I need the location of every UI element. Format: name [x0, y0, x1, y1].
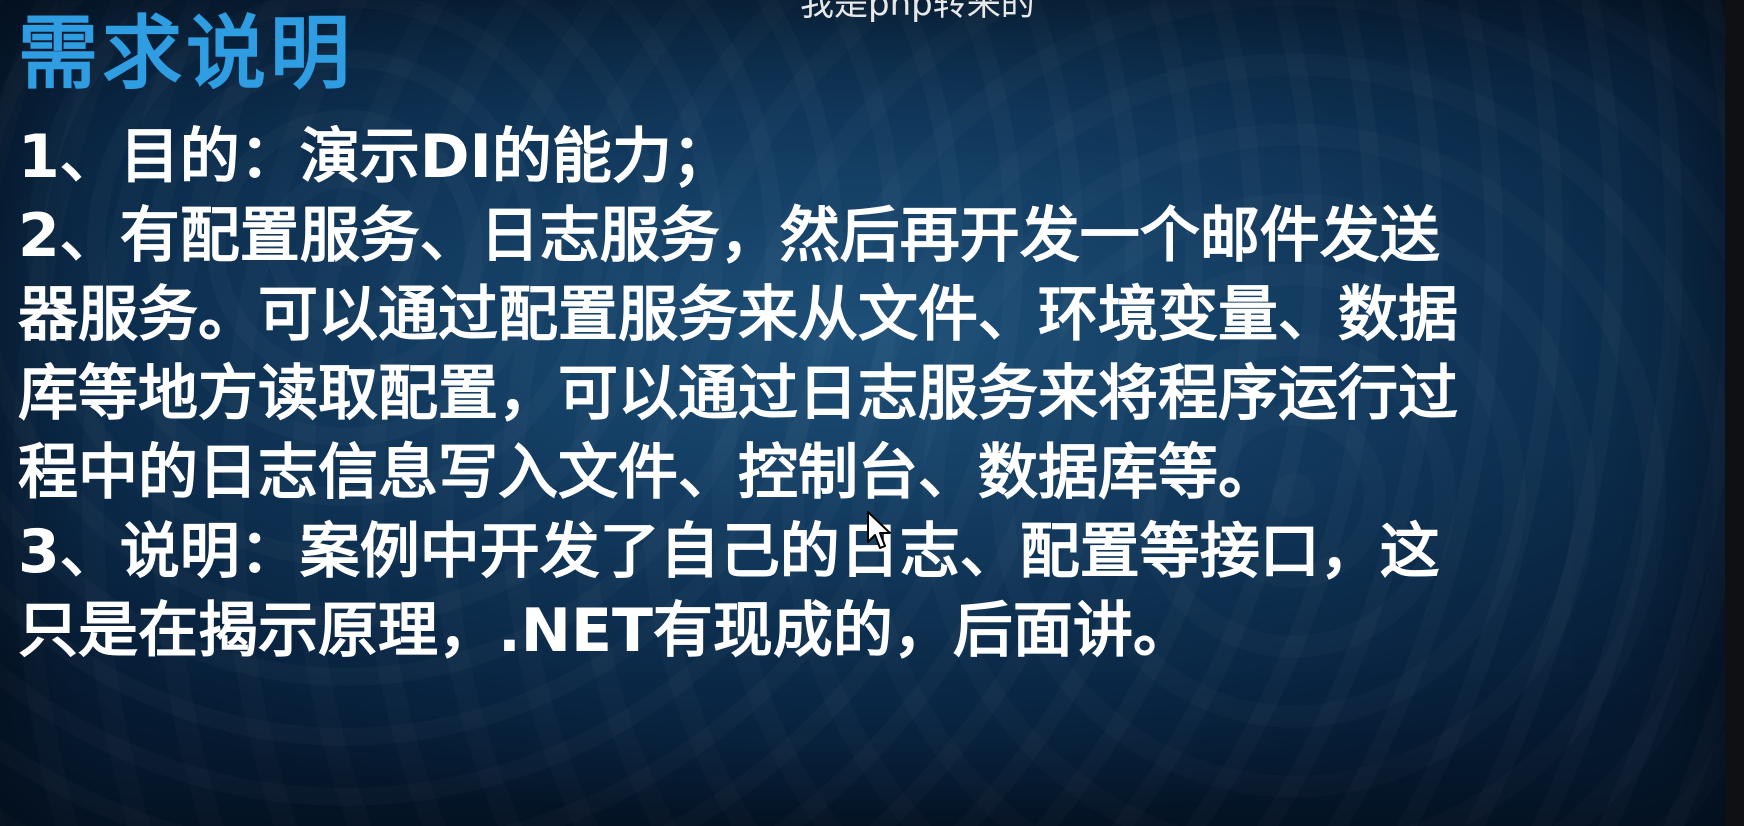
slide-body: 1、目的：演示DI的能力； 2、有配置服务、日志服务，然后再开发一个邮件发送 器…: [18, 118, 1718, 671]
mouse-pointer-icon: [867, 511, 891, 549]
window-edge: [1725, 0, 1744, 826]
video-frame: 需求说明 1、目的：演示DI的能力； 2、有配置服务、日志服务，然后再开发一个邮…: [0, 0, 1744, 826]
slide-title: 需求说明: [18, 7, 354, 100]
slide-line-3: 器服务。可以通过配置服务来从文件、环境变量、数据: [18, 280, 1458, 350]
slide-line-2: 2、有配置服务、日志服务，然后再开发一个邮件发送: [18, 201, 1440, 271]
presentation-slide: 需求说明 1、目的：演示DI的能力； 2、有配置服务、日志服务，然后再开发一个邮…: [0, 0, 1725, 826]
video-caption: 我是php转来的: [800, 0, 1035, 24]
slide-line-5: 程中的日志信息写入文件、控制台、数据库等。: [18, 438, 1278, 508]
slide-line-7: 只是在揭示原理，.NET有现成的，后面讲。: [18, 596, 1193, 666]
slide-line-1: 1、目的：演示DI的能力；: [18, 122, 732, 192]
slide-line-4: 库等地方读取配置，可以通过日志服务来将程序运行过: [18, 359, 1458, 429]
